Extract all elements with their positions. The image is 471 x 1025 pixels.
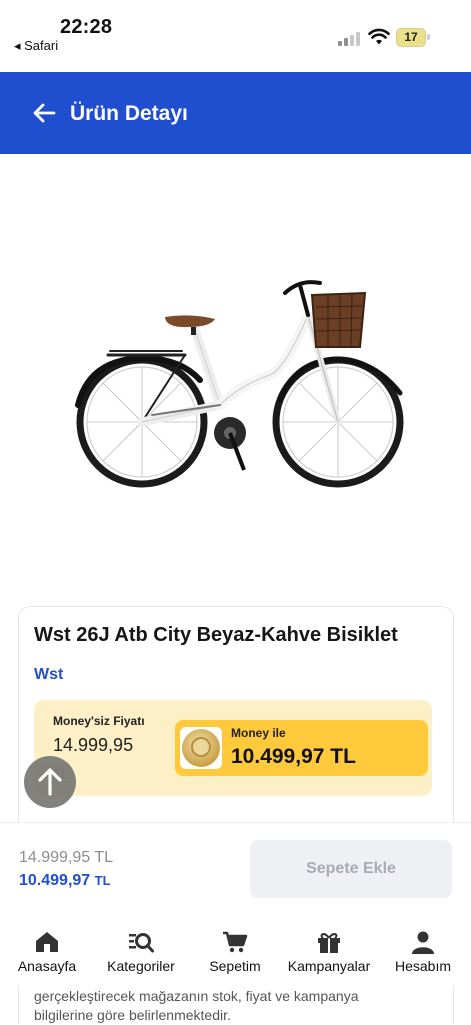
discounted-price: 10.499,97 TL xyxy=(19,872,111,890)
money-coin-icon xyxy=(180,727,222,769)
tab-label-hesabim: Hesabım xyxy=(394,958,452,974)
plain-price-value: 14.999,95 xyxy=(53,735,134,755)
tab-label-kategoriler: Kategoriler xyxy=(107,958,175,974)
back-to-safari-link[interactable]: ◂ Safari xyxy=(14,38,58,54)
cellular-signal-icon xyxy=(338,30,362,46)
battery-indicator: 17 xyxy=(396,28,430,47)
gift-icon xyxy=(318,933,340,953)
disclaimer-line-2: bilgilerine göre belirlenmektedir. xyxy=(34,1007,231,1023)
disclaimer-line-1: gerçekleştirecek mağazanın stok, fiyat v… xyxy=(34,988,359,1004)
app-header: Ürün Detayı xyxy=(0,72,471,154)
user-icon xyxy=(412,931,434,954)
back-arrow-icon[interactable] xyxy=(30,100,60,126)
add-to-cart-button[interactable]: Sepete Ekle xyxy=(250,840,452,898)
tab-sepetim[interactable]: Sepetim xyxy=(188,918,282,986)
plain-price-label: Money'siz Fiyatı xyxy=(53,714,145,728)
cart-icon xyxy=(223,931,248,953)
tab-kampanyalar[interactable]: Kampanyalar xyxy=(282,918,376,986)
tab-label-kampanyalar: Kampanyalar xyxy=(287,958,371,974)
money-price-label: Money ile xyxy=(231,726,286,740)
tab-hesabim[interactable]: Hesabım xyxy=(376,918,470,986)
product-image-bicycle xyxy=(75,280,404,488)
category-search-icon xyxy=(129,933,154,953)
disclaimer-section: gerçekleştirecek mağazanın stok, fiyat v… xyxy=(0,986,471,1024)
old-price: 14.999,95 TL xyxy=(19,849,114,866)
page-title: Ürün Detayı xyxy=(70,102,188,125)
money-price-value: 10.499,97 TL xyxy=(231,745,356,768)
discounted-price-value: 10.499,97 xyxy=(19,872,91,889)
tab-label-sepetim: Sepetim xyxy=(209,958,261,974)
tab-kategoriler[interactable]: Kategoriler xyxy=(94,918,188,986)
bottom-tab-bar: Anasayfa Kategoriler Sepetim Kampanyalar… xyxy=(0,918,471,986)
status-time: 22:28 xyxy=(60,16,113,38)
status-bar: 22:28 ◂ Safari 17 xyxy=(0,0,471,72)
tab-label-anasayfa: Anasayfa xyxy=(17,958,77,974)
tab-anasayfa[interactable]: Anasayfa xyxy=(0,918,94,986)
discounted-price-currency: TL xyxy=(94,873,111,888)
scroll-to-top-button[interactable] xyxy=(24,756,76,808)
arrow-up-icon xyxy=(38,768,62,796)
wifi-icon xyxy=(368,28,390,45)
home-icon xyxy=(36,932,58,952)
product-name: Wst 26J Atb City Beyaz-Kahve Bisiklet xyxy=(34,624,398,646)
brand-link[interactable]: Wst xyxy=(34,666,63,684)
